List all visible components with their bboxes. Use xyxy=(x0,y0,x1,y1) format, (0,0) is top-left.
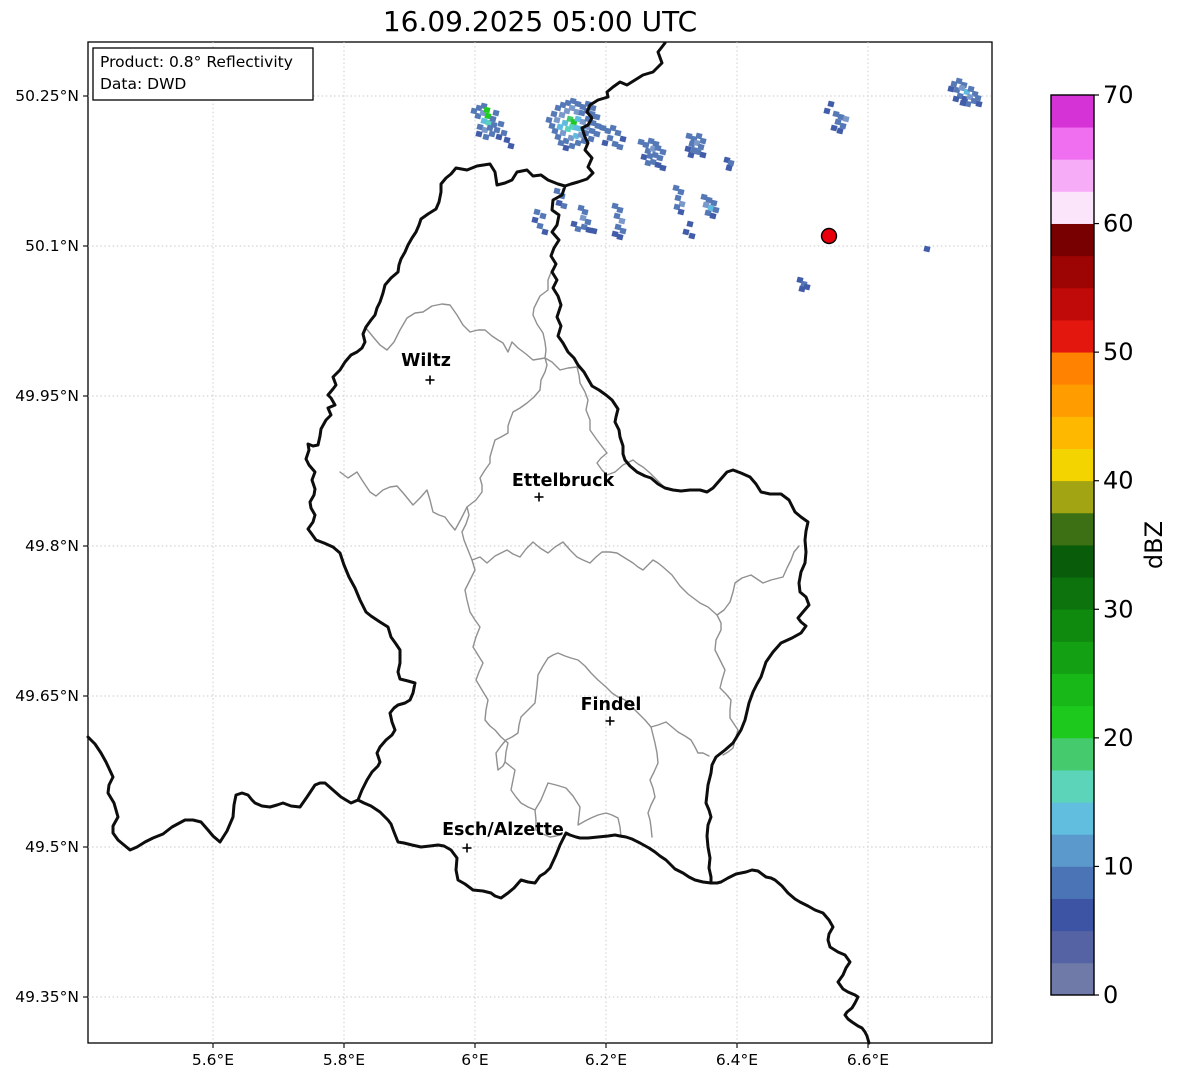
colorbar-segment xyxy=(1051,962,1094,996)
colorbar-segment xyxy=(1051,769,1094,803)
colorbar-tick-label: 10 xyxy=(1103,852,1134,880)
city-label: Esch/Alzette xyxy=(442,820,564,840)
y-tick-label: 50.1°N xyxy=(25,237,79,255)
y-tick-label: 49.5°N xyxy=(25,838,79,856)
city-label: Wiltz xyxy=(401,351,451,371)
colorbar-segment xyxy=(1051,512,1094,546)
colorbar-segment xyxy=(1051,673,1094,707)
colorbar-segment xyxy=(1051,737,1094,771)
y-tick-label: 49.95°N xyxy=(15,387,79,405)
colorbar-segment xyxy=(1051,287,1094,321)
plot-frame xyxy=(87,41,993,1044)
colorbar-segment xyxy=(1051,705,1094,739)
colorbar-tick-label: 60 xyxy=(1103,210,1134,238)
colorbar-segment xyxy=(1051,898,1094,932)
colorbar-tick-label: 30 xyxy=(1103,595,1134,623)
x-tick-label: 6.4°E xyxy=(716,1051,758,1069)
colorbar-tick-label: 70 xyxy=(1103,81,1134,109)
radar-site-dot xyxy=(820,227,838,245)
x-tick-label: 6.6°E xyxy=(847,1051,889,1069)
colorbar-segment xyxy=(1051,544,1094,578)
figure-title: 16.09.2025 05:00 UTC xyxy=(383,5,697,38)
x-tick-label: 5.6°E xyxy=(192,1051,234,1069)
colorbar-segment xyxy=(1051,223,1094,257)
city-label: Ettelbruck xyxy=(512,471,615,491)
colorbar-tick-label: 40 xyxy=(1103,467,1134,495)
radar-site-marker xyxy=(820,227,838,245)
colorbar-segment xyxy=(1051,383,1094,417)
city-label: Findel xyxy=(581,695,642,715)
colorbar-segment xyxy=(1051,480,1094,514)
radar-figure: 16.09.2025 05:00 UTC 5.6°E 5.8°E 6°E 6.2°E 6… xyxy=(0,0,1184,1081)
colorbar-segment xyxy=(1051,641,1094,674)
colorbar-segment xyxy=(1051,866,1094,899)
info-source-line: Data: DWD xyxy=(100,75,186,93)
y-tick-label: 49.65°N xyxy=(15,687,79,705)
colorbar-segment xyxy=(1051,255,1094,289)
info-product-line: Product: 0.8° Reflectivity xyxy=(100,53,293,71)
y-tick-label: 50.25°N xyxy=(15,87,79,105)
info-box: Product: 0.8° Reflectivity Data: DWD xyxy=(92,47,314,101)
colorbar-tick-label: 50 xyxy=(1103,338,1134,366)
x-tick-label: 6.2°E xyxy=(585,1051,627,1069)
colorbar-segment xyxy=(1051,801,1094,835)
colorbar-segment xyxy=(1051,319,1094,353)
colorbar-tick-label: 0 xyxy=(1103,981,1118,1009)
colorbar-segment xyxy=(1051,94,1094,128)
radar-map-svg: 16.09.2025 05:00 UTC 5.6°E 5.8°E 6°E 6.2°E 6… xyxy=(0,0,1184,1081)
x-tick-label: 6°E xyxy=(461,1051,488,1069)
colorbar-segment xyxy=(1051,448,1094,482)
colorbar-segment xyxy=(1051,930,1094,964)
colorbar-segment xyxy=(1051,191,1094,224)
y-tick-label: 49.8°N xyxy=(25,537,79,555)
colorbar-segment xyxy=(1051,351,1094,385)
x-tick-label: 5.8°E xyxy=(323,1051,365,1069)
colorbar-segment xyxy=(1051,608,1094,642)
colorbar-segment xyxy=(1051,416,1094,449)
colorbar-segment xyxy=(1051,158,1094,192)
colorbar-segment xyxy=(1051,576,1094,610)
colorbar-tick-label: 20 xyxy=(1103,724,1134,752)
colorbar-axis-label: dBZ xyxy=(1140,521,1168,569)
y-tick-label: 49.35°N xyxy=(15,988,79,1006)
colorbar-segment xyxy=(1051,126,1094,160)
colorbar-segment xyxy=(1051,833,1094,867)
